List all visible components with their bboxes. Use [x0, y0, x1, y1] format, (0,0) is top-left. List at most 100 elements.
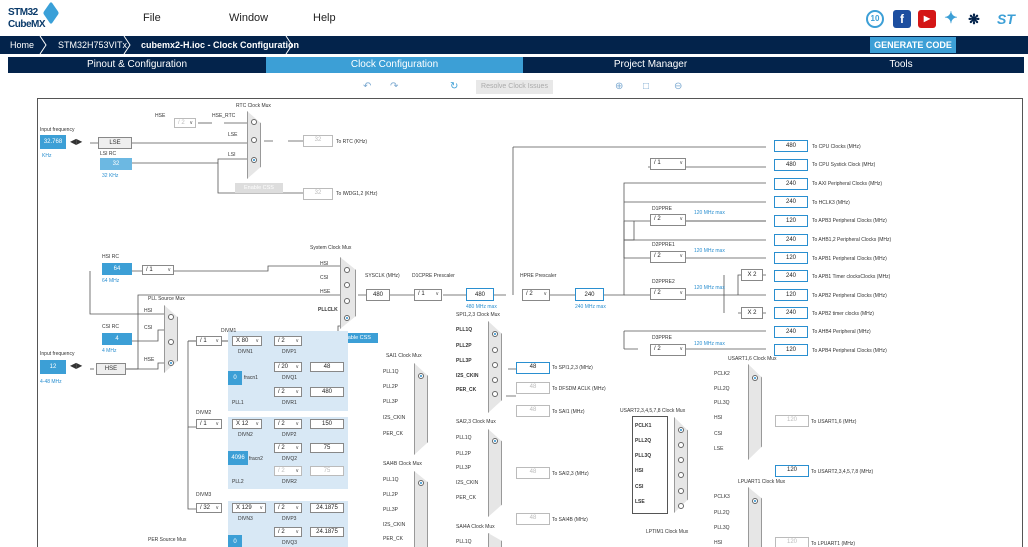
axi-output[interactable]: 240	[774, 178, 808, 190]
spi-perck-radio[interactable]	[492, 391, 498, 397]
d1cpre-divider[interactable]: / 1	[414, 289, 442, 301]
zoom-in-icon[interactable]: ⊕	[615, 81, 623, 92]
systick-output[interactable]: 480	[774, 159, 808, 171]
hse-input-frequency[interactable]: 12	[40, 360, 66, 374]
tab-clock[interactable]: Clock Configuration	[266, 57, 523, 73]
divr2-output[interactable]: 75	[310, 466, 344, 476]
usart-lse-radio[interactable]	[678, 503, 684, 509]
divq1-output[interactable]: 48	[310, 362, 344, 372]
fracn1-value[interactable]: 0	[228, 371, 242, 385]
usart-pclk1-radio[interactable]	[678, 427, 684, 433]
spi-i2s-radio[interactable]	[492, 377, 498, 383]
divm1-select[interactable]: / 1	[196, 336, 222, 346]
spi-output[interactable]: 48	[516, 362, 550, 374]
usart-pll3q-radio[interactable]	[678, 457, 684, 463]
d2ppre2-divider[interactable]: / 2	[650, 288, 686, 300]
apb1-output[interactable]: 120	[774, 252, 808, 264]
d2ppre1-divider[interactable]: / 2	[650, 251, 686, 263]
usart-pll2q-radio[interactable]	[678, 442, 684, 448]
divr1-output[interactable]: 480	[310, 387, 344, 397]
st-logo-icon[interactable]: ST	[991, 10, 1021, 28]
resolve-clock-issues-button[interactable]: Resolve Clock Issues	[476, 80, 553, 94]
spi-pll1q-radio[interactable]	[492, 331, 498, 337]
apb1-timer-output[interactable]: 240	[774, 270, 808, 282]
d1ppre-divider[interactable]: / 2	[650, 214, 686, 226]
undo-icon[interactable]: ↶	[363, 81, 371, 92]
fracn3-value[interactable]: 0	[228, 535, 242, 547]
sys-mux-csi-radio[interactable]	[344, 282, 350, 288]
tab-tools[interactable]: Tools	[778, 57, 1024, 73]
ahb4-output[interactable]: 240	[774, 326, 808, 338]
rtc-mux-lse-radio[interactable]	[251, 137, 257, 143]
sys-mux-pllclk-radio[interactable]	[344, 315, 350, 321]
divp2-select[interactable]: / 2	[274, 419, 302, 429]
hsi-divider[interactable]: / 1	[142, 265, 174, 275]
divp3-output[interactable]: 24.1875	[310, 503, 344, 513]
sai1-pll1q-radio[interactable]	[418, 373, 424, 379]
divn2-select[interactable]: X 12	[232, 419, 262, 429]
hpre-divider[interactable]: / 2	[522, 289, 550, 301]
sys-mux-hse-radio[interactable]	[344, 298, 350, 304]
ahb12-output[interactable]: 240	[774, 234, 808, 246]
sysclk-value[interactable]: 480	[366, 289, 390, 301]
divm3-select[interactable]: / 32	[196, 503, 222, 513]
divp2-output[interactable]: 150	[310, 419, 344, 429]
zoom-out-icon[interactable]: ⊖	[674, 81, 682, 92]
d1cpre-output[interactable]: 480	[466, 288, 494, 301]
hclk3-output[interactable]: 240	[774, 196, 808, 208]
d3ppre-divider[interactable]: / 2	[650, 344, 686, 356]
network-icon[interactable]: ❋	[965, 10, 983, 28]
sai4b-pll1q-radio[interactable]	[418, 480, 424, 486]
sys-mux-hsi-radio[interactable]	[344, 267, 350, 273]
spi-pll3p-radio[interactable]	[492, 362, 498, 368]
apb2-timer-output[interactable]: 240	[774, 307, 808, 319]
divq3-output[interactable]: 24.1875	[310, 527, 344, 537]
rtc-mux-hse-radio[interactable]	[251, 119, 257, 125]
usart16-pclk2-radio[interactable]	[752, 375, 758, 381]
apb3-output[interactable]: 120	[774, 215, 808, 227]
apb2-output[interactable]: 120	[774, 289, 808, 301]
menu-file[interactable]: File	[143, 12, 161, 24]
lpuart-pclk3-radio[interactable]	[752, 498, 758, 504]
fracn2-value[interactable]: 4096	[228, 451, 248, 465]
rtc-mux-lsi-radio[interactable]	[251, 157, 257, 163]
youtube-icon[interactable]: ▶	[918, 10, 936, 28]
twitter-icon[interactable]: ✦	[942, 10, 960, 28]
pll-src-csi-radio[interactable]	[168, 339, 174, 345]
divm2-select[interactable]: / 1	[196, 419, 222, 429]
menu-window[interactable]: Window	[229, 12, 268, 24]
redo-icon[interactable]: ↷	[390, 81, 398, 92]
breadcrumb-file[interactable]: cubemx2-H.ioc - Clock Configuration	[141, 40, 299, 50]
menu-help[interactable]: Help	[313, 12, 336, 24]
divq2-select[interactable]: / 2	[274, 443, 302, 453]
usart-output[interactable]: 120	[775, 465, 809, 477]
apb4-output[interactable]: 120	[774, 344, 808, 356]
divr1-select[interactable]: / 2	[274, 387, 302, 397]
divq3-select[interactable]: / 2	[274, 527, 302, 537]
sai23-pll1q-radio[interactable]	[492, 438, 498, 444]
enable-css-lse-button[interactable]: Enable CSS	[235, 183, 283, 193]
divn1-select[interactable]: X 80	[232, 336, 262, 346]
refresh-icon[interactable]: ↻	[450, 81, 458, 92]
facebook-icon[interactable]: f	[893, 10, 911, 28]
systick-divider[interactable]: / 1	[650, 158, 686, 170]
fit-icon[interactable]: □	[643, 81, 649, 92]
lse-input-frequency[interactable]: 32.768	[40, 135, 66, 149]
spi-pll2p-radio[interactable]	[492, 347, 498, 353]
social-icon[interactable]: 10	[866, 10, 884, 28]
divq1-select[interactable]: / 20	[274, 362, 302, 372]
tab-pinout[interactable]: Pinout & Configuration	[8, 57, 266, 73]
cpu-clock-output[interactable]: 480	[774, 140, 808, 152]
tab-project[interactable]: Project Manager	[523, 57, 778, 73]
usart-hsi-radio[interactable]	[678, 472, 684, 478]
divp3-select[interactable]: / 2	[274, 503, 302, 513]
breadcrumb-device[interactable]: STM32H753VITx	[58, 40, 127, 50]
pll-src-hse-radio[interactable]	[168, 360, 174, 366]
generate-code-button[interactable]: GENERATE CODE	[870, 37, 956, 53]
divr2-select[interactable]: / 2	[274, 466, 302, 476]
hclk-output[interactable]: 240	[575, 288, 604, 301]
breadcrumb-home[interactable]: Home	[10, 40, 34, 50]
usart-csi-radio[interactable]	[678, 488, 684, 494]
divp1-select[interactable]: / 2	[274, 336, 302, 346]
hse-rtc-divider[interactable]: / 2	[174, 118, 196, 128]
